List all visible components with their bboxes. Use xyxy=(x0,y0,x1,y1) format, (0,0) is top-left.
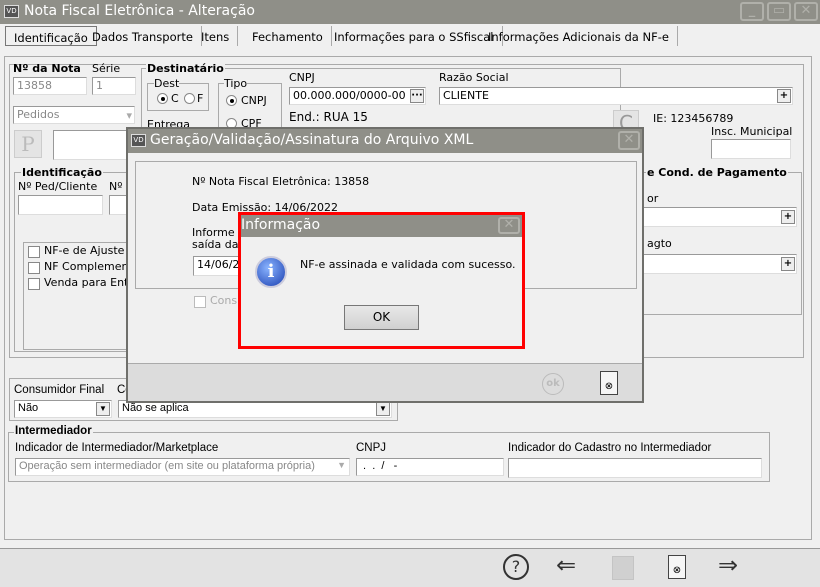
nota-line: Nº Nota Fiscal Eletrônica: 13858 xyxy=(192,175,370,188)
tipo-legend: Tipo xyxy=(224,77,248,90)
dest-c-label: C xyxy=(171,92,179,105)
cnpj-input[interactable]: 00.000.000/0000-00 ··· xyxy=(289,87,426,105)
ped-cliente-label: Nº Ped/Cliente xyxy=(18,180,98,193)
serie-input[interactable]: 1 xyxy=(92,77,136,95)
razao-social-label: Razão Social xyxy=(439,71,509,84)
xml-dialog-title-bar: VD Geração/Validação/Assinatura do Arqui… xyxy=(128,129,642,153)
tab-ssfiscal[interactable]: Informações para o SSfiscal xyxy=(326,26,503,46)
consumidor-final-value: Não xyxy=(18,402,39,414)
plus-icon[interactable]: + xyxy=(781,210,795,224)
info-dialog: Informação ✕ i NF-e assinada e validada … xyxy=(238,212,525,349)
origem-select[interactable]: Pedidos ▾ xyxy=(13,106,135,124)
tab-dados-transporte[interactable]: Dados Transporte xyxy=(84,26,202,46)
tab-identificacao[interactable]: Identificação xyxy=(5,26,97,46)
pagamento-label1: or xyxy=(647,192,659,205)
insc-municipal-label: Insc. Municipal xyxy=(711,125,793,138)
minimize-button[interactable]: _ xyxy=(740,2,764,21)
window-title: Nota Fiscal Eletrônica - Alteração xyxy=(24,3,255,19)
dest-c-radio[interactable] xyxy=(157,93,168,104)
tipo-cnpj-label: CNPJ xyxy=(241,94,267,107)
intermediador-legend: Intermediador xyxy=(14,425,93,437)
ie-text: IE: 123456789 xyxy=(653,112,734,125)
plus-icon[interactable]: + xyxy=(781,257,795,271)
consumidor-final-select[interactable]: Não ▼ xyxy=(14,400,112,418)
indicador-label: Indicador de Intermediador/Marketplace xyxy=(15,442,219,454)
dest-f-radio[interactable] xyxy=(184,93,195,104)
info-dialog-title-bar: Informação ✕ xyxy=(241,215,522,237)
lookup-button[interactable]: ··· xyxy=(410,89,424,103)
window-title-bar: VD Nota Fiscal Eletrônica - Alteração _ … xyxy=(0,0,820,24)
forward-arrow-icon[interactable]: ⇒ xyxy=(718,551,738,579)
second-select-value: Não se aplica xyxy=(122,402,189,414)
razao-social-input[interactable]: CLIENTE + xyxy=(439,87,793,105)
close-button[interactable]: ✕ xyxy=(794,2,818,21)
endereco-text: End.: RUA 15 xyxy=(289,110,368,124)
insc-municipal-input[interactable] xyxy=(711,139,791,159)
p-button[interactable]: P xyxy=(14,130,42,158)
consumidor-final-label: Consumidor Final xyxy=(14,384,105,396)
app-logo: VD xyxy=(131,134,146,147)
destinatario-legend: Destinatário xyxy=(146,62,225,75)
cancel-document-icon[interactable]: ⊗ xyxy=(668,555,686,579)
chevron-down-icon[interactable]: ▼ xyxy=(96,402,110,416)
cnpj-value: 00.000.000/0000-00 xyxy=(293,89,406,102)
chevron-down-icon[interactable]: ▼ xyxy=(376,402,390,416)
cadastro-input[interactable] xyxy=(508,458,762,478)
cnpj-label: CNPJ xyxy=(289,71,315,84)
app-logo: VD xyxy=(4,5,19,18)
cancel-document-icon[interactable]: ⊗ xyxy=(600,371,618,395)
bottom-toolbar: ? ⇐ ⊗ ⇒ xyxy=(0,548,820,587)
origem-select-value: Pedidos xyxy=(17,108,60,121)
xml-dialog-close-button[interactable]: ✕ xyxy=(618,131,640,150)
pagamento-input1[interactable]: + xyxy=(620,207,797,227)
consider-checkbox[interactable] xyxy=(194,296,206,308)
back-arrow-icon[interactable]: ⇐ xyxy=(556,551,576,579)
tab-itens[interactable]: Itens xyxy=(193,26,239,46)
tab-info-adicionais[interactable]: Informações Adicionais da NF-e xyxy=(480,26,678,46)
p-input[interactable] xyxy=(53,130,128,160)
venda-entrega-checkbox[interactable] xyxy=(28,278,40,290)
identificacao-legend: Identificação xyxy=(21,166,103,179)
cadastro-label: Indicador do Cadastro no Intermediador xyxy=(508,442,712,454)
maximize-button[interactable]: ▭ xyxy=(767,2,791,21)
indicador-value: Operação sem intermediador (em site ou p… xyxy=(19,460,315,472)
info-message: NF-e assinada e validada com sucesso. xyxy=(300,258,516,271)
pagamento-legend: e Cond. de Pagamento xyxy=(646,166,788,179)
info-dialog-close-button[interactable]: ✕ xyxy=(498,217,520,234)
chevron-down-icon: ▾ xyxy=(126,109,132,122)
indicador-select[interactable]: Operação sem intermediador (em site ou p… xyxy=(15,458,350,476)
info-dialog-title: Informação xyxy=(241,217,321,233)
consider-label: Consi xyxy=(210,294,241,307)
info-icon: i xyxy=(255,256,287,288)
dest-legend: Dest xyxy=(154,77,180,90)
save-icon[interactable] xyxy=(612,556,634,580)
ajuste-label: NF-e de Ajuste xyxy=(44,244,125,257)
ok-button[interactable]: OK xyxy=(344,305,419,330)
xml-dialog-footer: ok ⊗ xyxy=(128,363,642,401)
tab-fechamento[interactable]: Fechamento xyxy=(244,26,332,46)
nota-label: Nº da Nota xyxy=(13,62,81,75)
pagamento-input2[interactable]: + xyxy=(620,254,797,274)
plus-icon[interactable]: + xyxy=(777,89,791,103)
serie-label: Série xyxy=(92,62,121,75)
ok-icon[interactable]: ok xyxy=(542,373,564,395)
chevron-down-icon: ▼ xyxy=(337,460,346,470)
intermediador-cnpj-label: CNPJ xyxy=(356,442,387,454)
ped-cliente-input[interactable] xyxy=(18,195,103,215)
xml-dialog-title: Geração/Validação/Assinatura do Arquivo … xyxy=(150,132,474,148)
pagamento-label2: agto xyxy=(647,237,672,250)
ajuste-checkbox[interactable] xyxy=(28,246,40,258)
razao-social-value: CLIENTE xyxy=(443,89,489,102)
complementar-checkbox[interactable] xyxy=(28,262,40,274)
nota-input[interactable]: 13858 xyxy=(13,77,87,95)
dest-f-label: F xyxy=(197,92,204,105)
help-icon[interactable]: ? xyxy=(503,554,529,580)
intermediador-cnpj-input[interactable]: . . / - xyxy=(356,458,504,476)
tipo-cnpj-radio[interactable] xyxy=(226,95,237,106)
checkbox-group xyxy=(23,242,133,350)
